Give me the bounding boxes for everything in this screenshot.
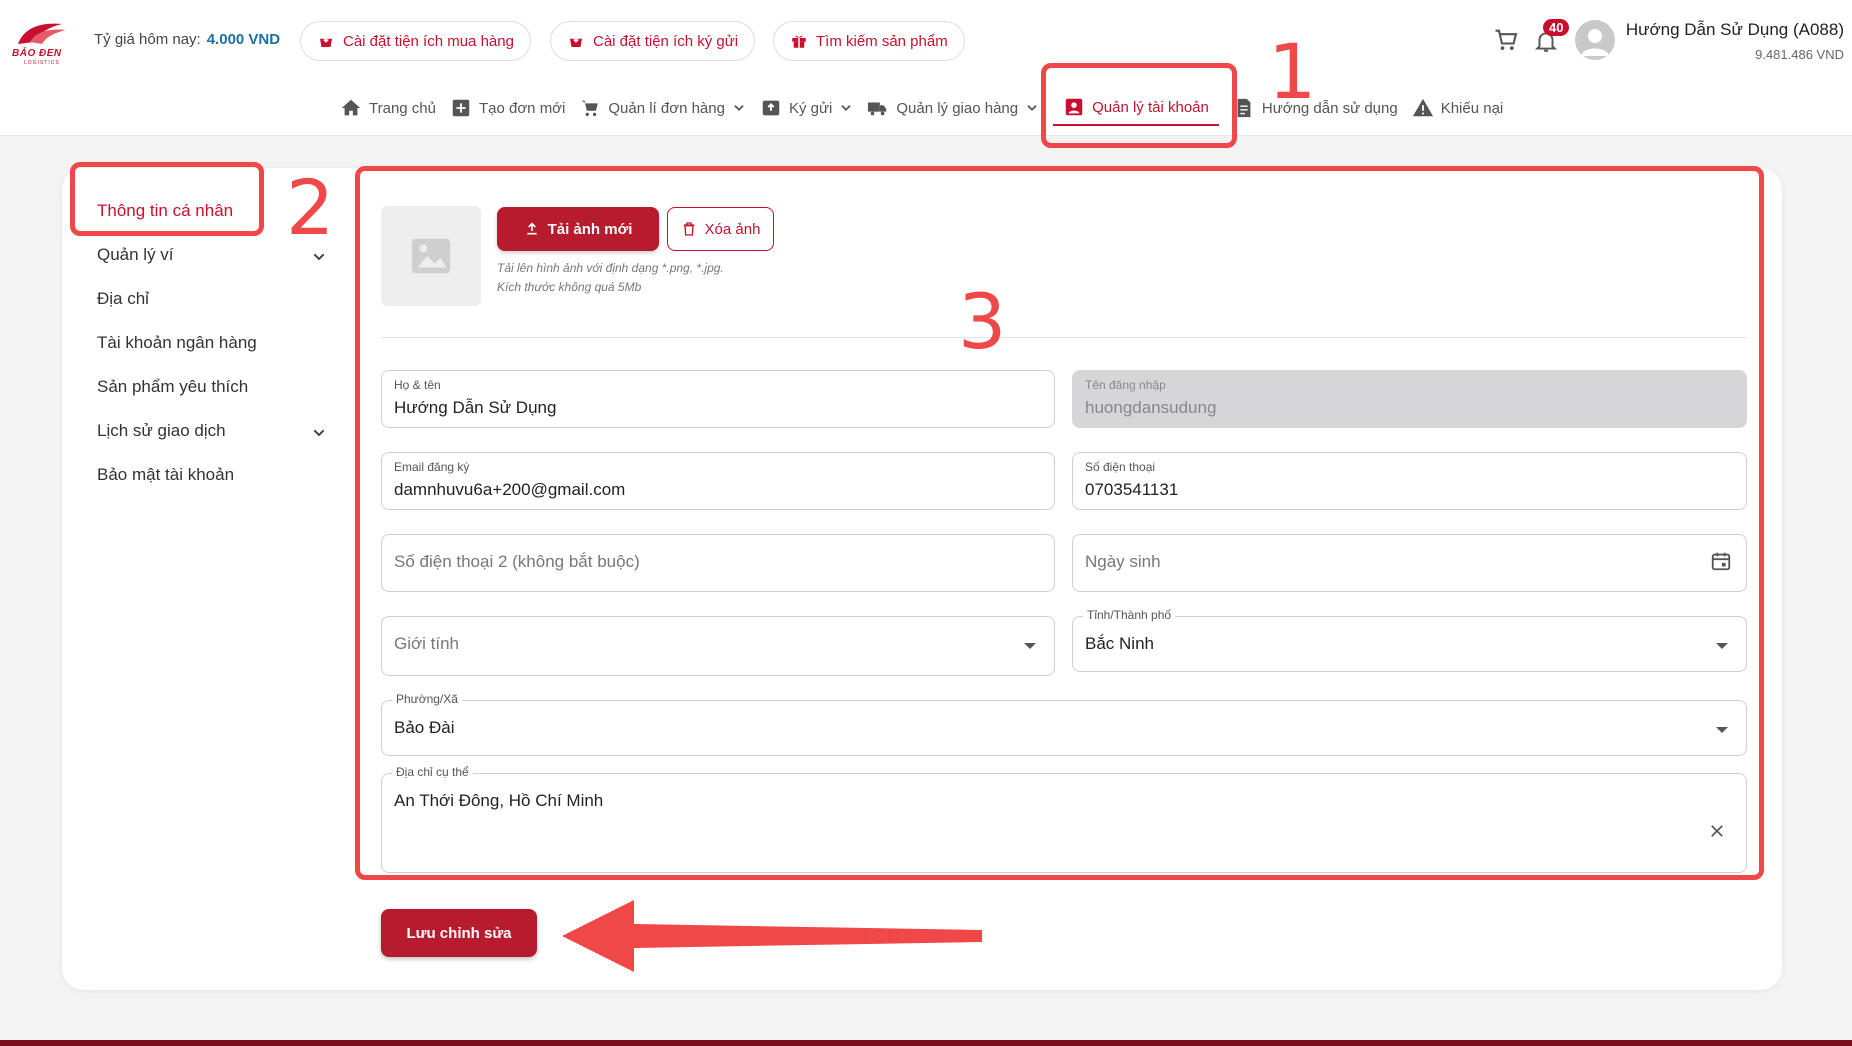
- user-name[interactable]: Hướng Dẫn Sử Dụng (A088): [1626, 20, 1844, 40]
- nav-consignment[interactable]: Ký gửi: [760, 88, 853, 128]
- pill-label: Cài đặt tiện ích mua hàng: [343, 32, 514, 50]
- pill-label: Cài đặt tiện ích ký gửi: [593, 32, 739, 50]
- search-products-button[interactable]: Tìm kiếm sản phẩm: [773, 21, 965, 61]
- annotation-box-3: [355, 166, 1764, 880]
- home-icon: [341, 99, 361, 116]
- logo-text: BẢO ĐEN: [12, 48, 62, 59]
- extension-icon: [570, 35, 582, 47]
- annotation-box-1: [1041, 63, 1237, 148]
- sidebar-item-security[interactable]: Bảo mật tài khoản: [97, 465, 327, 485]
- nav-order-management[interactable]: Quản lí đơn hàng: [579, 88, 746, 128]
- gift-icon: [792, 35, 806, 48]
- annotation-number-1: 1: [1268, 27, 1317, 116]
- warning-icon: [1412, 98, 1433, 117]
- nav-label: Khiếu nại: [1440, 99, 1504, 117]
- main-nav: Trang chủ Tạo đơn mới Quản lí đơn hàng K…: [340, 88, 1517, 128]
- cart-icon: [582, 100, 599, 117]
- extension-icon: [320, 35, 332, 47]
- save-button[interactable]: Lưu chỉnh sửa: [381, 909, 537, 957]
- nav-label: Trang chủ: [369, 99, 436, 117]
- exchange-rate: Tỷ giá hôm nay: 4.000 VND: [94, 31, 280, 48]
- sidebar-item-label: Địa chỉ: [97, 289, 149, 308]
- install-consign-extension-button[interactable]: Cài đặt tiện ích ký gửi: [550, 21, 756, 61]
- sidebar-item-label: Quản lý ví: [97, 245, 174, 264]
- truck-icon: [868, 102, 887, 116]
- chevron-down-icon: [1027, 105, 1037, 111]
- annotation-arrow-icon: [562, 900, 982, 972]
- top-bar: BẢO ĐEN LOGISTICS Tỷ giá hôm nay: 4.000 V…: [0, 0, 1852, 136]
- cart-icon[interactable]: [1492, 26, 1520, 54]
- sidebar-item-favorites[interactable]: Sản phẩm yêu thích: [97, 377, 327, 397]
- annotation-box-2: [70, 162, 264, 236]
- sidebar-item-transaction-history[interactable]: Lịch sử giao dịch: [97, 421, 327, 441]
- user-icon: [1581, 29, 1609, 56]
- chevron-down-icon: [841, 105, 852, 111]
- sidebar-item-address[interactable]: Địa chỉ: [97, 289, 327, 309]
- nav-label: Quản lý giao hàng: [896, 99, 1019, 117]
- logo-icon: [18, 23, 66, 44]
- install-purchase-extension-button[interactable]: Cài đặt tiện ích mua hàng: [300, 21, 531, 61]
- pill-label: Tìm kiếm sản phẩm: [816, 32, 948, 50]
- annotation-number-3: 3: [958, 277, 1007, 366]
- chevron-down-icon: [734, 105, 744, 111]
- nav-label: Tạo đơn mới: [478, 99, 566, 117]
- nav-delivery-management[interactable]: Quản lý giao hàng: [867, 88, 1039, 128]
- nav-home[interactable]: Trang chủ: [340, 88, 436, 128]
- notification-badge: 40: [1543, 19, 1570, 36]
- nav-label: Quản lí đơn hàng: [608, 99, 725, 117]
- sidebar-item-label: Sản phẩm yêu thích: [97, 377, 249, 396]
- chevron-down-icon: [313, 429, 325, 437]
- logo[interactable]: BẢO ĐEN LOGISTICS: [10, 18, 70, 66]
- nav-complaints[interactable]: Khiếu nại: [1412, 88, 1504, 128]
- sidebar-item-bank-account[interactable]: Tài khoản ngân hàng: [97, 333, 327, 353]
- sidebar-item-label: Tài khoản ngân hàng: [97, 333, 257, 352]
- inbox-upload-icon: [762, 100, 780, 116]
- nav-label: Ký gửi: [788, 99, 833, 117]
- logo-subtext: LOGISTICS: [24, 60, 60, 66]
- sidebar-item-label: Bảo mật tài khoản: [97, 465, 235, 484]
- exchange-rate-label: Tỷ giá hôm nay:: [94, 31, 201, 48]
- sidebar-item-label: Lịch sử giao dịch: [97, 421, 226, 440]
- add-box-icon: [452, 99, 470, 117]
- footer-bar: [0, 1040, 1852, 1046]
- user-balance: 9.481.486 VND: [1755, 47, 1844, 62]
- exchange-rate-value: 4.000 VND: [206, 31, 281, 48]
- nav-create-order[interactable]: Tạo đơn mới: [450, 88, 565, 128]
- annotation-number-2: 2: [286, 163, 335, 252]
- avatar[interactable]: [1575, 20, 1615, 60]
